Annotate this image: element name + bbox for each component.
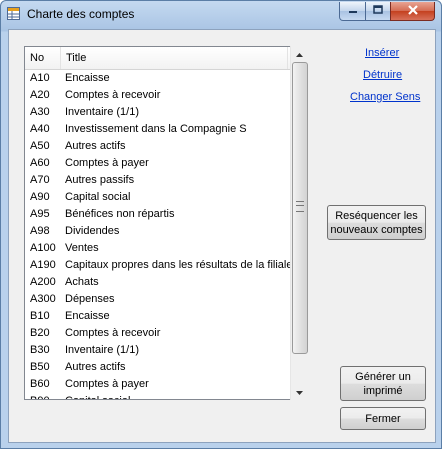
- table-row[interactable]: B10EncaisseD: [25, 308, 307, 325]
- close-window-button[interactable]: [390, 2, 435, 21]
- resequence-button[interactable]: Reséquencer les nouveaux comptes: [327, 205, 426, 240]
- print-button[interactable]: Générer un imprimé: [340, 366, 426, 401]
- table-row[interactable]: A190 Capitaux propres dans les résultats …: [25, 257, 307, 274]
- cell-title: Capital social: [65, 393, 297, 399]
- table-row[interactable]: B60Comptes à payerC: [25, 376, 307, 393]
- insert-link[interactable]: Insérer: [365, 47, 399, 59]
- cell-no: A90: [30, 191, 50, 203]
- grid-app-icon: [7, 7, 20, 20]
- table-row[interactable]: B50Autres actifsD: [25, 359, 307, 376]
- table-row[interactable]: A30Inventaire (1/1)D: [25, 104, 307, 121]
- scroll-up-button[interactable]: [291, 46, 308, 62]
- cell-title: Encaisse: [65, 310, 110, 322]
- cell-no: A70: [30, 174, 50, 186]
- cell-title: Ventes: [65, 242, 99, 254]
- maximize-icon: [373, 5, 383, 17]
- table-row[interactable]: A20Comptes à recevoirD: [25, 87, 307, 104]
- cell-title: Bénéfices non répartis: [65, 208, 175, 220]
- table-row[interactable]: B20Comptes à recevoirD: [25, 325, 307, 342]
- cell-title: Achats: [65, 276, 99, 288]
- cell-title: Comptes à recevoir: [65, 89, 161, 101]
- cell-title: Autres passifs: [65, 174, 135, 186]
- minimize-button[interactable]: [339, 2, 366, 21]
- title-bar[interactable]: Charte des comptes: [1, 1, 441, 29]
- cell-title: Inventaire (1/1): [65, 344, 139, 356]
- table-row[interactable]: A95Bénéfices non répartisC: [25, 206, 307, 223]
- dialog-client-area: No Title S A10EncaisseDA20Comptes à rece…: [8, 29, 436, 443]
- cell-title: Autres actifs: [65, 140, 126, 152]
- scroll-thumb[interactable]: [292, 62, 308, 354]
- table-row[interactable]: A60Comptes à payerC: [25, 155, 307, 172]
- table-row[interactable]: A98DividendesD: [25, 223, 307, 240]
- grid-header: No Title S: [25, 47, 307, 70]
- grip-icon: [296, 201, 304, 212]
- table-row[interactable]: A50Autres actifsD: [25, 138, 307, 155]
- cell-title: Dépenses: [65, 293, 115, 305]
- table-row[interactable]: A10EncaisseD: [25, 70, 307, 87]
- arrow-up-icon: [296, 50, 303, 59]
- table-row[interactable]: A90Capital socialC: [25, 189, 307, 206]
- cell-title: Dividendes: [65, 225, 120, 237]
- table-row[interactable]: A40Investissement dans la Compagnie SD: [25, 121, 307, 138]
- cell-no: A300: [30, 293, 56, 305]
- cell-no: A95: [30, 208, 50, 220]
- close-button[interactable]: Fermer: [340, 407, 426, 430]
- column-header-no[interactable]: No: [25, 47, 61, 69]
- grid-scrollbar[interactable]: [290, 46, 308, 400]
- scroll-down-button[interactable]: [291, 384, 308, 400]
- delete-link[interactable]: Détruire: [363, 69, 402, 81]
- table-row[interactable]: A200AchatsD: [25, 274, 307, 291]
- cell-no: B10: [30, 310, 50, 322]
- column-header-title[interactable]: Title: [61, 47, 288, 69]
- table-row[interactable]: A300DépensesD: [25, 291, 307, 308]
- cell-no: A10: [30, 72, 50, 84]
- table-row[interactable]: B90Capital socialC: [25, 393, 307, 399]
- arrow-down-icon: [296, 388, 303, 397]
- cell-title: Inventaire (1/1): [65, 106, 139, 118]
- cell-title: Comptes à recevoir: [65, 327, 161, 339]
- cell-no: A30: [30, 106, 50, 118]
- accounts-grid[interactable]: No Title S A10EncaisseDA20Comptes à rece…: [24, 46, 308, 400]
- table-row[interactable]: A70Autres passifsC: [25, 172, 307, 189]
- cell-no: B50: [30, 361, 50, 373]
- cell-no: A100: [30, 242, 56, 254]
- minimize-icon: [348, 5, 358, 17]
- maximize-button[interactable]: [365, 2, 391, 21]
- cell-no: A20: [30, 89, 50, 101]
- cell-no: B90: [30, 393, 70, 399]
- cell-title: Comptes à payer: [65, 157, 149, 169]
- cell-no: B60: [30, 378, 50, 390]
- cell-title: Capital social: [65, 191, 131, 203]
- cell-title: Autres actifs: [65, 361, 126, 373]
- cell-no: A60: [30, 157, 50, 169]
- cell-title: Comptes à payer: [65, 378, 149, 390]
- cell-title: Encaisse: [65, 72, 110, 84]
- close-icon: [407, 4, 419, 18]
- window-title: Charte des comptes: [27, 7, 135, 21]
- cell-no: B30: [30, 344, 50, 356]
- cell-title: Investissement dans la Compagnie S: [65, 123, 247, 135]
- cell-no: A190: [30, 259, 56, 271]
- table-row[interactable]: B30Inventaire (1/1)D: [25, 342, 307, 359]
- cell-no: A40: [30, 123, 50, 135]
- cell-no: A98: [30, 225, 50, 237]
- cell-title: Capitaux propres dans les résultats de l…: [65, 259, 293, 271]
- app-window: Charte des comptes No Title S A10 Encaiss…: [0, 0, 442, 449]
- cell-no: B20: [30, 327, 50, 339]
- cell-no: A50: [30, 140, 50, 152]
- cell-no: A200: [30, 276, 56, 288]
- table-row[interactable]: A100VentesC: [25, 240, 307, 257]
- change-sign-link[interactable]: Changer Sens: [350, 91, 420, 103]
